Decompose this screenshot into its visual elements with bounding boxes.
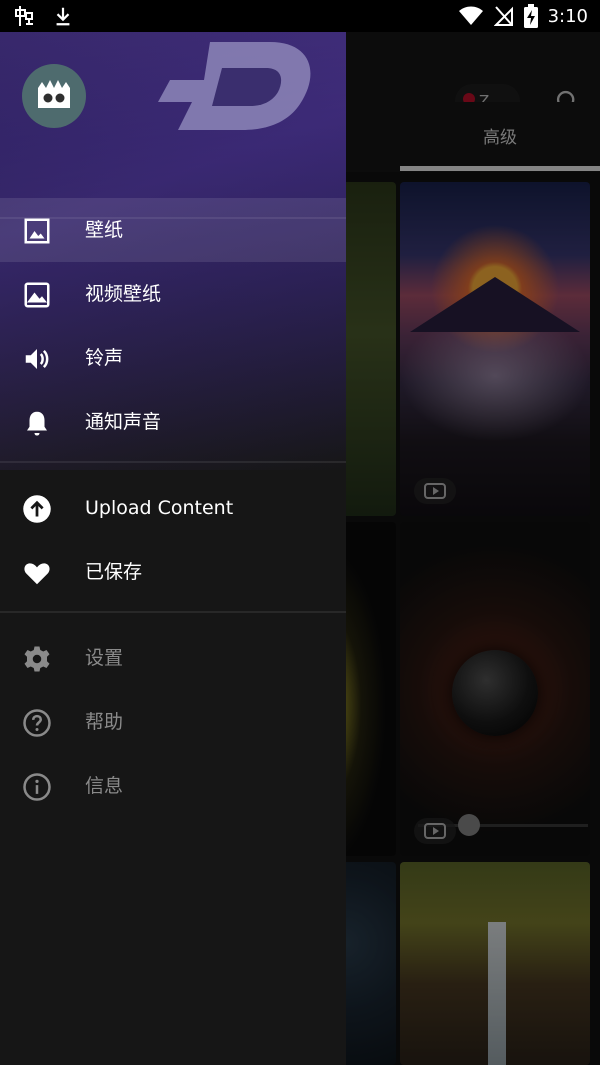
help-circle-icon <box>23 709 51 737</box>
menu-item-ringtone[interactable]: 铃声 <box>0 326 346 390</box>
gear-icon <box>24 646 50 672</box>
bell-icon <box>27 411 47 436</box>
divider <box>0 611 346 613</box>
monster-avatar-icon <box>38 80 70 108</box>
menu-item-label: 壁纸 <box>85 219 124 241</box>
menu-item-label: 已保存 <box>85 561 143 583</box>
info-circle-icon <box>23 773 51 801</box>
menu-item-label: 视频壁纸 <box>85 283 162 305</box>
divider <box>0 461 346 463</box>
navigation-drawer: 壁纸 视频壁纸 铃声 通知声音 Upload Content 已保存 设置 帮助… <box>0 0 346 1065</box>
menu-item-label: 信息 <box>85 775 124 797</box>
menu-item-label: 通知声音 <box>85 411 162 433</box>
download-icon <box>56 7 70 26</box>
upload-circle-icon <box>23 495 51 523</box>
drawer-header <box>0 32 346 219</box>
menu-item-info[interactable]: 信息 <box>0 754 346 818</box>
menu-item-saved[interactable]: 已保存 <box>0 540 346 604</box>
landscape-icon <box>24 282 50 308</box>
zedge-logo <box>158 42 311 130</box>
wifi-icon <box>458 6 483 25</box>
heart-icon <box>24 563 50 585</box>
image-icon <box>24 218 50 244</box>
menu-item-label: Upload Content <box>85 497 234 519</box>
status-bar: 3:10 <box>0 0 600 32</box>
menu-item-help[interactable]: 帮助 <box>0 690 346 754</box>
battery-charging-icon <box>523 4 538 28</box>
menu-item-upload-content[interactable]: Upload Content <box>0 476 346 540</box>
menu-item-wallpaper[interactable]: 壁纸 <box>0 198 346 262</box>
no-sim-icon <box>493 6 513 26</box>
app-notification-icon <box>15 6 33 26</box>
avatar[interactable] <box>22 64 86 128</box>
menu-item-label: 设置 <box>85 647 124 669</box>
menu-item-label: 帮助 <box>85 711 124 733</box>
menu-item-label: 铃声 <box>85 347 124 369</box>
status-time: 3:10 <box>547 5 588 27</box>
volume-icon <box>25 349 49 369</box>
menu-item-video-wallpaper[interactable]: 视频壁纸 <box>0 262 346 326</box>
menu-item-settings[interactable]: 设置 <box>0 626 346 690</box>
menu-item-notification-sound[interactable]: 通知声音 <box>0 390 346 454</box>
